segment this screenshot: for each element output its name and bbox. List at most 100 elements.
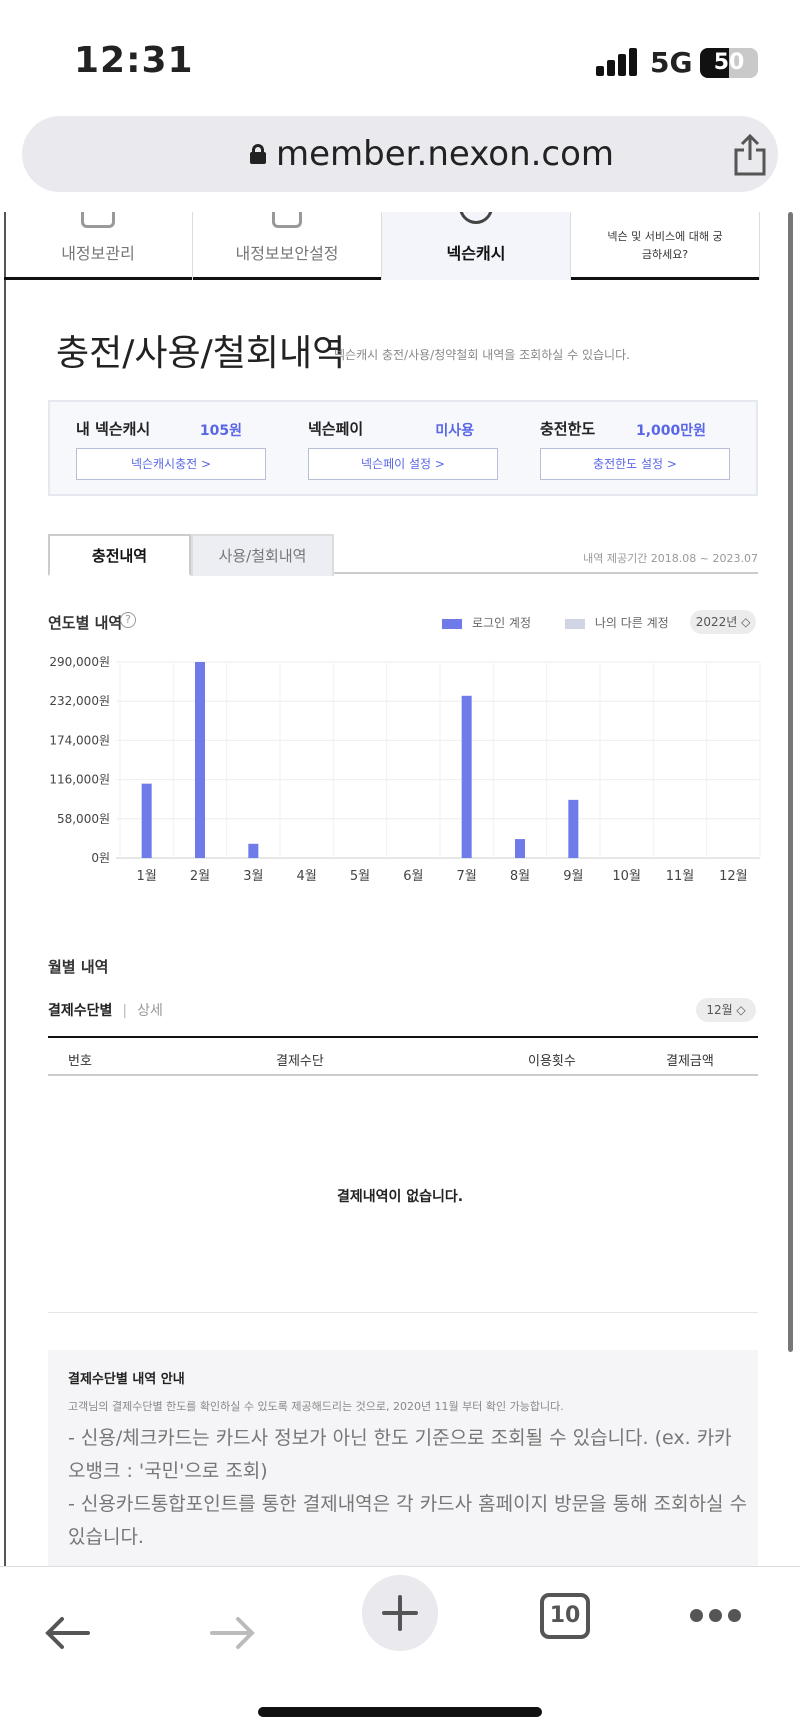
column-header: 이용횟수 — [528, 1054, 576, 1069]
monthly-sub-tabs: 결제수단별 | 상세 — [48, 1000, 163, 1020]
bar-7월 — [461, 695, 472, 858]
y-tick-label: 0원 — [91, 851, 110, 865]
payment-info-box: 결제수단별 내역 안내 고객님의 결제수단별 한도를 확인하실 수 있도록 제공… — [48, 1350, 758, 1566]
y-tick-label: 232,000원 — [49, 694, 110, 708]
x-tick-label: 5월 — [350, 869, 370, 884]
column-header: 번호 — [68, 1054, 92, 1069]
back-arrow-icon[interactable] — [42, 1613, 92, 1653]
forward-arrow-icon[interactable] — [208, 1613, 258, 1653]
monitor-icon — [81, 212, 115, 228]
status-time: 12:31 — [74, 40, 194, 81]
year-select[interactable]: 2022년 ◇ — [690, 610, 756, 634]
y-tick-label: 58,000원 — [57, 812, 110, 826]
payment-table-header: 번호 결제수단 이용횟수 결제금액 — [48, 1036, 758, 1076]
lock-icon — [272, 212, 302, 228]
signal-icon — [596, 48, 640, 76]
chart-legend: 로그인 계정 나의 다른 계정 — [442, 614, 699, 631]
y-tick-label: 116,000원 — [49, 773, 110, 787]
scrollbar[interactable] — [788, 212, 793, 1352]
yearly-bar-chart: 290,000원 232,000원 174,000원 116,000원 58,000원 0… — [49, 655, 761, 884]
bar-2월 — [195, 662, 205, 858]
y-tick-label: 290,000원 — [49, 655, 110, 669]
page-description: 넥슨캐시 충전/사용/청약철회 내역을 조회하실 수 있습니다. — [334, 348, 630, 362]
charge-cash-button[interactable]: 넥슨캐시충전 > — [76, 448, 266, 480]
x-tick-label: 8월 — [510, 869, 530, 884]
yearly-title: 연도별 내역 — [48, 614, 123, 632]
history-tabs: 충전내역 사용/철회내역 내역 제공기간 2018.08 ~ 2023.07 — [48, 534, 758, 576]
summary-my-cash: 내 넥슨캐시 105원 넥슨캐시충전 > — [50, 402, 270, 498]
new-tab-button[interactable] — [362, 1575, 438, 1651]
x-tick-label: 11월 — [666, 869, 695, 884]
summary-nexon-pay: 넥슨페이 미사용 넥슨페이 설정 > — [282, 402, 502, 498]
battery-icon: 50 — [700, 48, 758, 78]
url-text[interactable]: member.nexon.com — [276, 134, 614, 174]
legend-item-login: 로그인 계정 — [442, 614, 531, 631]
tab-count-button[interactable]: 10 — [540, 1593, 590, 1639]
info-description: 고객님의 결제수단별 한도를 확인하실 수 있도록 제공해드리는 것으로, 20… — [68, 1400, 564, 1413]
x-tick-label: 2월 — [190, 869, 210, 884]
legend-label: 로그인 계정 — [472, 616, 532, 630]
summary-label: 내 넥슨캐시 — [76, 420, 151, 438]
info-line: - 신용/체크카드는 카드사 정보가 아닌 한도 기준으로 조회될 수 있습니다… — [68, 1427, 732, 1482]
tab-use-withdraw-history[interactable]: 사용/철회내역 — [191, 534, 334, 576]
page-border — [4, 212, 6, 1566]
help-icon[interactable]: ? — [120, 612, 136, 628]
lock-icon — [250, 144, 266, 164]
x-tick-label: 6월 — [403, 869, 423, 884]
summary-value: 105원 — [199, 423, 242, 439]
nav-item-help[interactable]: 넥슨 및 서비스에 대해 궁금하세요? — [571, 212, 760, 280]
x-tick-label: 3월 — [243, 869, 263, 884]
web-page: 내정보관리 내정보보안설정 넥슨캐시 넥슨 및 서비스에 대해 궁금하세요? 충… — [0, 212, 800, 1566]
sub-tab-detail[interactable]: 상세 — [137, 1003, 163, 1019]
table-divider — [48, 1312, 758, 1313]
summary-value: 1,000만원 — [635, 423, 706, 439]
x-tick-label: 9월 — [563, 869, 583, 884]
sub-tab-separator: | — [122, 1003, 128, 1019]
summary-label: 넥슨페이 — [308, 420, 364, 438]
browser-toolbar: 10 — [0, 1566, 800, 1732]
address-bar[interactable]: member.nexon.com — [22, 116, 778, 192]
bar-1월 — [141, 783, 152, 858]
info-title: 결제수단별 내역 안내 — [68, 1372, 185, 1387]
legend-item-other: 나의 다른 계정 — [564, 614, 669, 631]
legend-swatch — [442, 618, 462, 629]
bar-3월 — [248, 843, 259, 858]
bar-9월 — [568, 799, 579, 858]
nav-label: 내정보관리 — [61, 244, 135, 263]
nav-label: 넥슨 및 서비스에 대해 궁금하세요? — [607, 230, 723, 261]
column-header: 결제금액 — [666, 1054, 714, 1069]
nav-label: 내정보보안설정 — [235, 244, 339, 263]
summary-charge-limit: 충전한도 1,000만원 충전한도 설정 > — [514, 402, 734, 498]
nav-item-nexon-cash[interactable]: 넥슨캐시 — [382, 212, 571, 280]
share-icon[interactable] — [730, 132, 770, 176]
month-select[interactable]: 12월 ◇ — [696, 998, 756, 1022]
bar-8월 — [515, 839, 525, 858]
summary-label: 충전한도 — [540, 420, 596, 438]
x-tick-label: 12월 — [719, 869, 748, 884]
x-tick-label: 7월 — [457, 869, 477, 884]
nexon-pay-settings-button[interactable]: 넥슨페이 설정 > — [308, 448, 498, 480]
more-icon[interactable] — [690, 1609, 742, 1625]
legend-label: 나의 다른 계정 — [594, 616, 669, 630]
coin-icon — [459, 212, 493, 224]
tab-charge-history[interactable]: 충전내역 — [48, 534, 191, 576]
history-period: 내역 제공기간 2018.08 ~ 2023.07 — [583, 552, 758, 565]
monthly-title: 월별 내역 — [48, 958, 109, 976]
y-tick-label: 174,000원 — [49, 733, 110, 747]
battery-level: 50 — [713, 50, 745, 75]
charge-limit-settings-button[interactable]: 충전한도 설정 > — [540, 448, 730, 480]
x-tick-label: 1월 — [137, 869, 157, 884]
cash-summary: 내 넥슨캐시 105원 넥슨캐시충전 > 넥슨페이 미사용 넥슨페이 설정 > … — [48, 400, 758, 496]
legend-swatch — [564, 618, 585, 629]
nav-item-security[interactable]: 내정보보안설정 — [193, 212, 382, 280]
x-tick-label: 10월 — [612, 869, 641, 884]
plus-icon — [382, 1595, 418, 1631]
top-nav: 내정보관리 내정보보안설정 넥슨캐시 넥슨 및 서비스에 대해 궁금하세요? — [4, 212, 760, 280]
status-bar: 12:31 5G 50 — [0, 0, 800, 108]
page-title: 충전/사용/철회내역 — [56, 333, 346, 374]
empty-message: 결제내역이 없습니다. — [336, 1189, 464, 1205]
network-type: 5G — [650, 46, 693, 79]
info-line: - 신용카드통합포인트를 통한 결제내역은 각 카드사 홈페이지 방문을 통해 … — [68, 1493, 748, 1548]
sub-tab-by-payment[interactable]: 결제수단별 — [48, 1003, 112, 1019]
nav-item-my-info[interactable]: 내정보관리 — [4, 212, 193, 280]
